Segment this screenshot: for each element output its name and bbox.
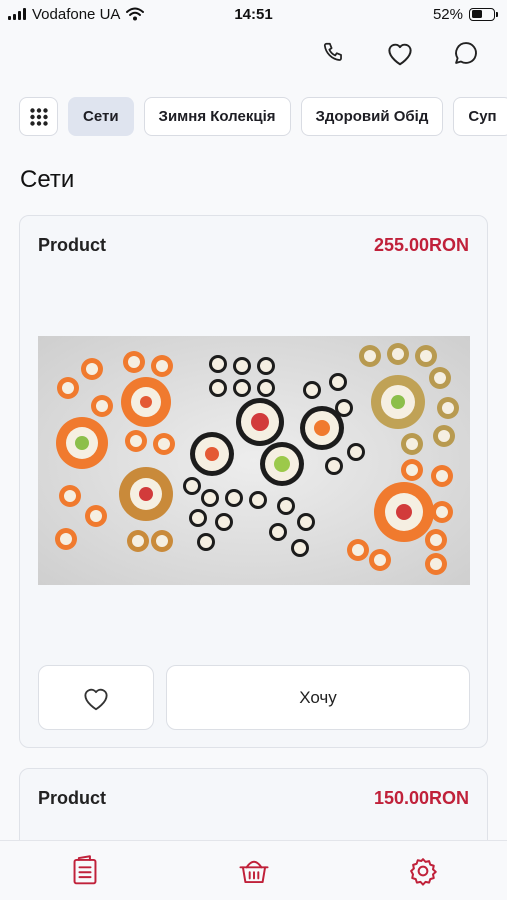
heart-icon	[84, 688, 108, 710]
product-image[interactable]	[38, 336, 470, 585]
tab-sets[interactable]: Сети	[68, 97, 134, 136]
battery-icon	[469, 7, 498, 21]
tab-winter-collection[interactable]: Зимня Колекція	[143, 97, 291, 136]
page-title: Сети	[20, 166, 75, 193]
product-price: 150.00RON	[373, 788, 469, 808]
heart-icon[interactable]	[381, 34, 419, 72]
wifi-icon	[126, 7, 145, 21]
signal-icon	[8, 8, 26, 20]
menu-list-icon[interactable]	[65, 851, 105, 891]
product-name: Product	[38, 788, 107, 808]
settings-icon[interactable]	[403, 851, 443, 891]
product-name: Product	[38, 235, 107, 255]
phone-icon[interactable]	[315, 34, 353, 72]
category-tabs: Сети Зимня Колекція Здоровий Обід Суп	[19, 97, 507, 136]
battery-percent: 52%	[432, 5, 463, 23]
carrier-name: Vodafone UA	[32, 5, 121, 23]
header-actions	[315, 34, 485, 72]
chat-icon[interactable]	[447, 34, 485, 72]
want-button[interactable]: Хочу	[166, 665, 470, 730]
basket-icon[interactable]	[234, 851, 274, 891]
favorite-button[interactable]	[38, 665, 154, 730]
tab-soup[interactable]: Суп	[453, 97, 507, 136]
product-card[interactable]: Product 255.00RON Хочу	[19, 215, 488, 748]
bottom-nav	[0, 840, 507, 900]
product-price: 255.00RON	[373, 235, 469, 255]
grid-icon[interactable]	[19, 97, 58, 136]
status-bar: Vodafone UA 14:51 52%	[0, 0, 507, 28]
tab-healthy-lunch[interactable]: Здоровий Обід	[300, 97, 444, 136]
